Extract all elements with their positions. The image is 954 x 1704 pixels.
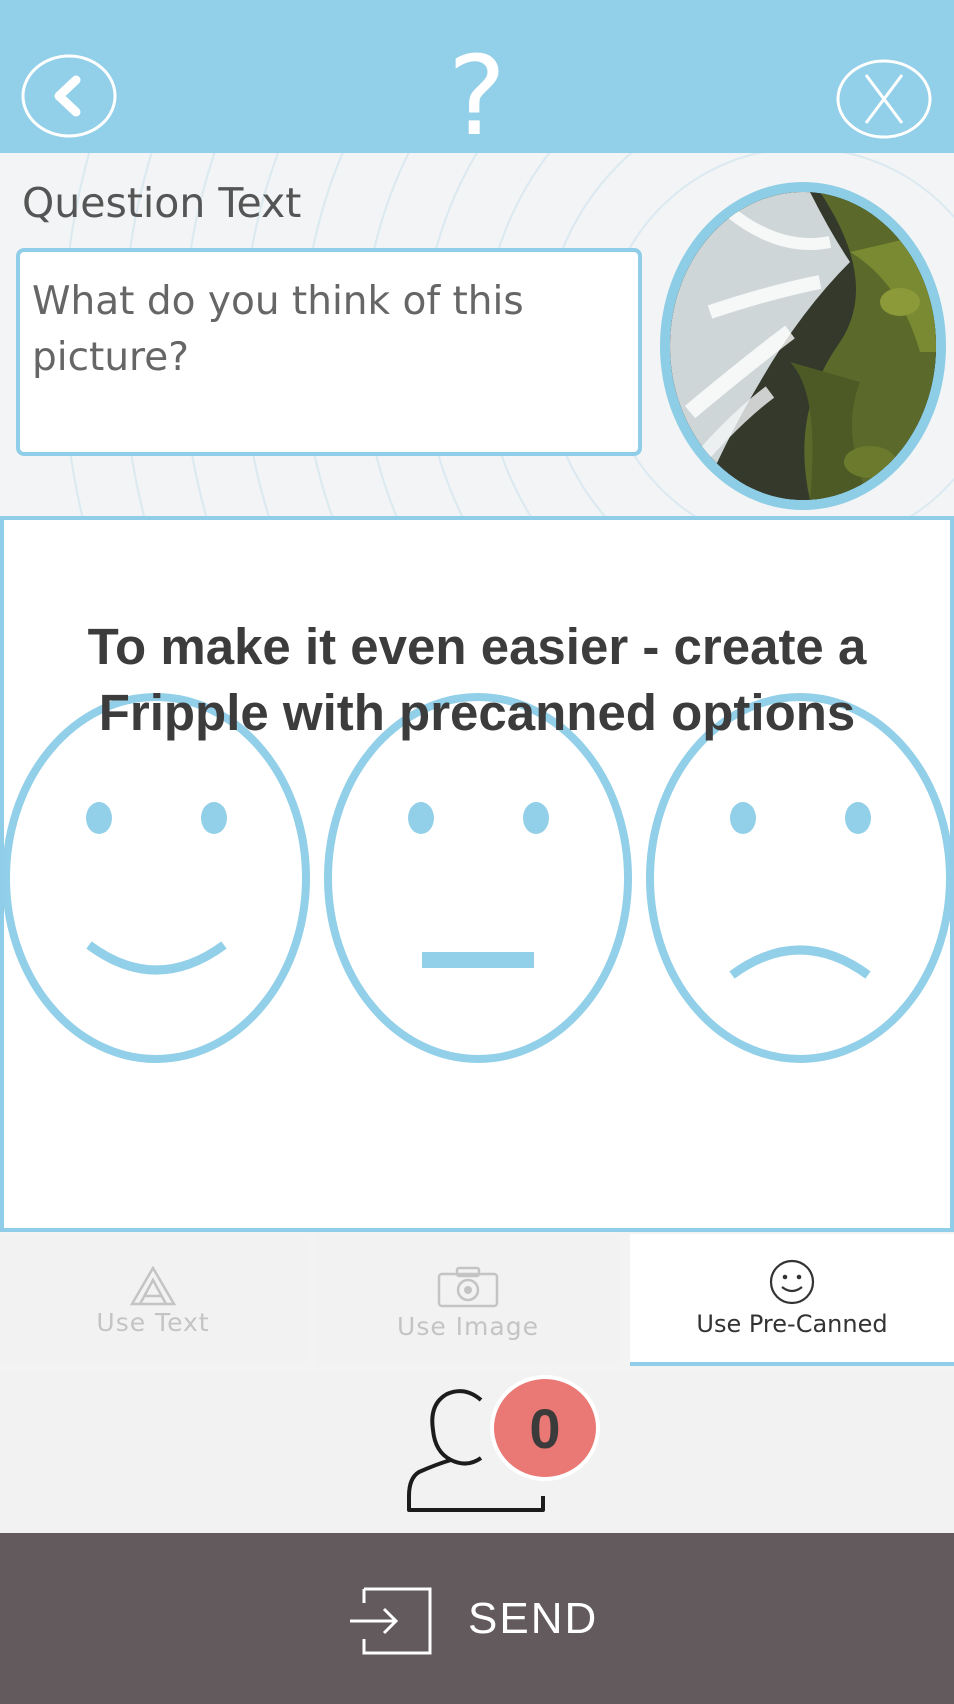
smiley-icon: [769, 1259, 815, 1305]
neutral-face-icon: [324, 693, 632, 1063]
recipient-count-badge: 0: [490, 1375, 600, 1481]
promo-line-1: To make it even easier - create a: [87, 618, 867, 675]
precanned-preview-panel: To make it even easier - create a Frippl…: [0, 516, 954, 1232]
close-button[interactable]: [835, 58, 933, 140]
chevron-left-icon: [21, 54, 117, 138]
sad-face-icon: [646, 693, 950, 1063]
tab-use-image-label: Use Image: [397, 1312, 539, 1341]
send-button[interactable]: SEND: [0, 1533, 954, 1704]
question-text-label: Question Text: [22, 179, 302, 227]
x-close-icon: [836, 59, 932, 139]
help-button[interactable]: ?: [440, 41, 514, 151]
tab-use-text[interactable]: Use Text: [0, 1234, 306, 1366]
recipients-bar[interactable]: 0: [0, 1373, 954, 1533]
back-button[interactable]: [20, 53, 118, 139]
top-bar: ?: [0, 0, 954, 153]
happy-face-icon: [4, 693, 310, 1063]
send-label: SEND: [468, 1594, 599, 1643]
tab-use-precanned[interactable]: Use Pre-Canned: [630, 1234, 954, 1366]
camera-icon: [437, 1266, 499, 1308]
tab-use-precanned-label: Use Pre-Canned: [696, 1310, 888, 1338]
tab-use-image[interactable]: Use Image: [315, 1234, 621, 1366]
tab-use-text-label: Use Text: [96, 1308, 210, 1337]
waterfall-photo: [670, 192, 936, 500]
question-image[interactable]: [660, 182, 946, 510]
send-arrow-icon: [350, 1587, 432, 1655]
question-text-input[interactable]: What do you think of this picture?: [16, 248, 642, 456]
promo-line-2: Fripple with precanned options: [98, 684, 856, 741]
promo-text: To make it even easier - create a Frippl…: [4, 614, 950, 746]
text-a-icon: [129, 1266, 177, 1306]
question-section: Question Text What do you think of this …: [0, 153, 954, 516]
